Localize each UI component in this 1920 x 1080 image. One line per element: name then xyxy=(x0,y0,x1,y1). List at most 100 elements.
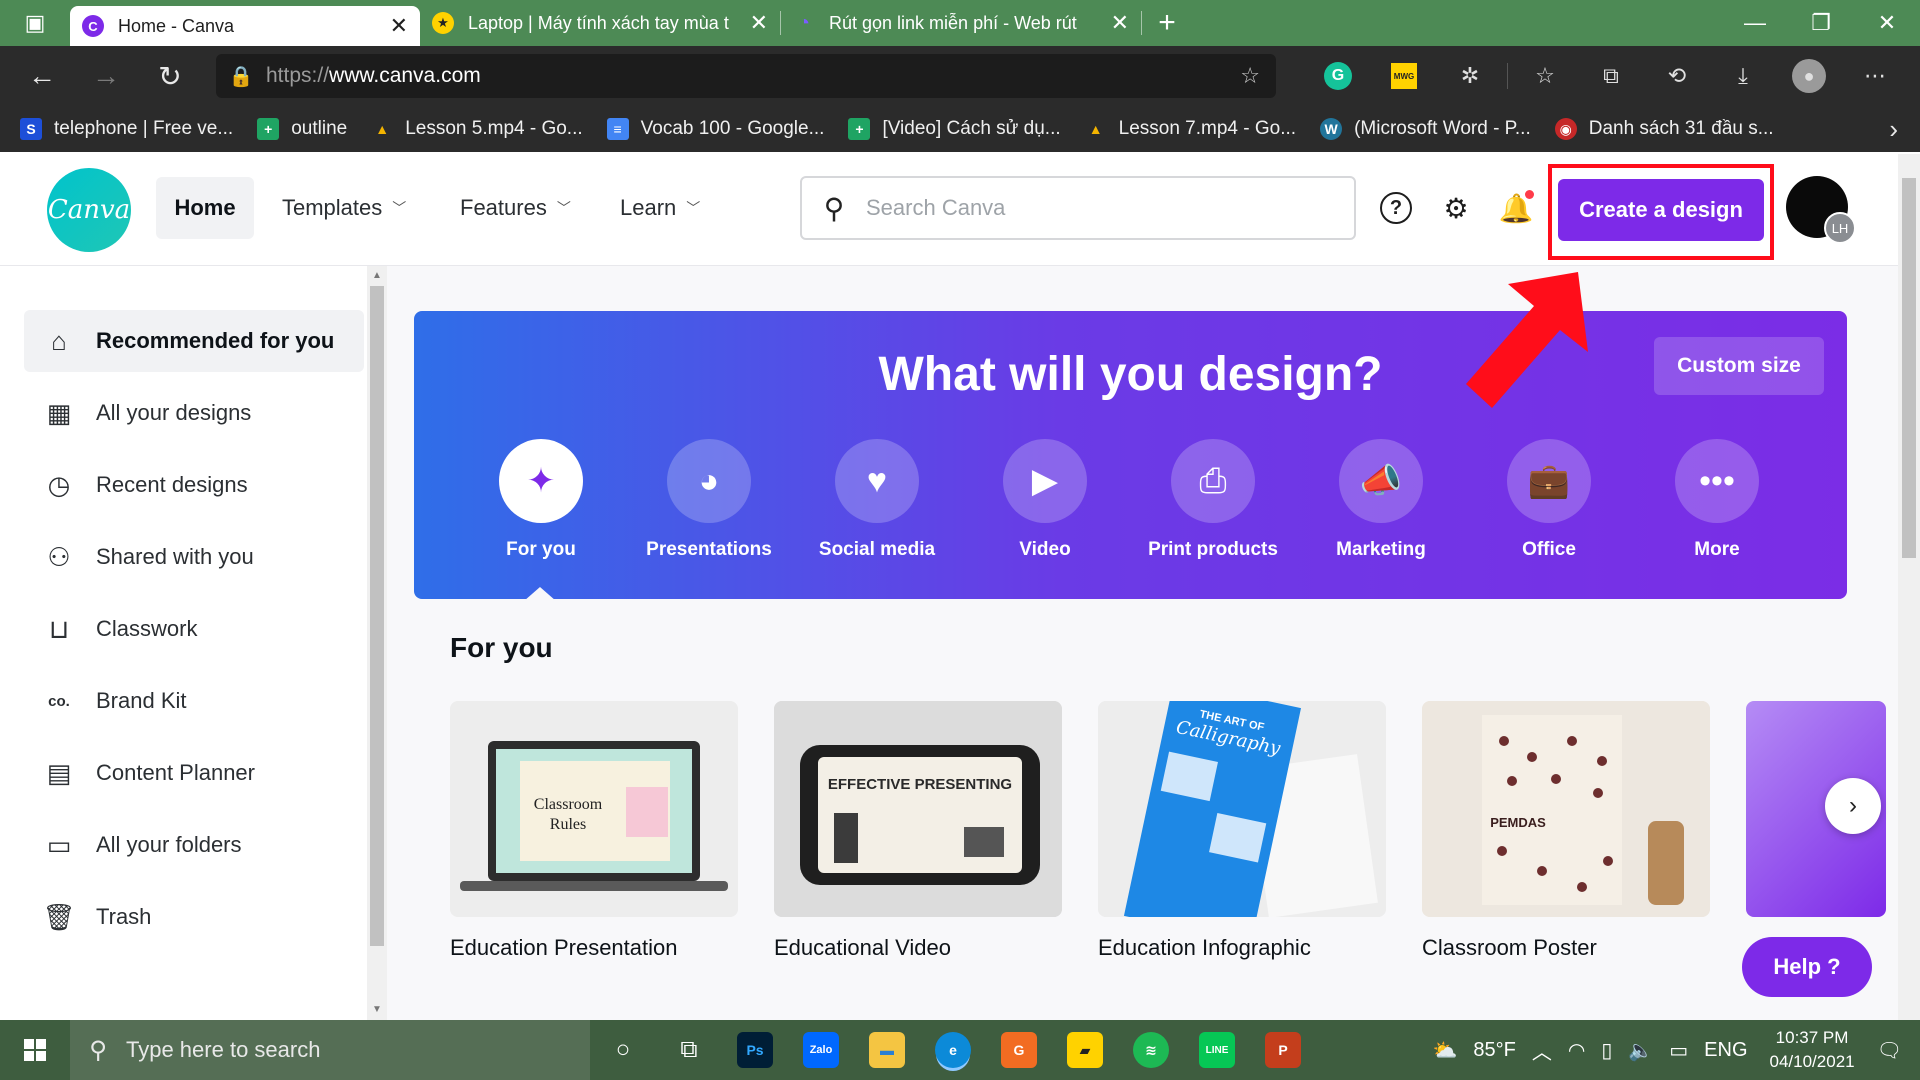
file-explorer-icon[interactable]: ▬ xyxy=(854,1020,920,1080)
template-card-educational-video[interactable]: EFFECTIVE PRESENTING Educational Video xyxy=(774,701,1062,961)
zalo-app[interactable]: Zalo xyxy=(788,1020,854,1080)
sidebar-item-classwork[interactable]: ⊔ Classwork xyxy=(24,598,364,660)
photoshop-app[interactable]: Ps xyxy=(722,1020,788,1080)
nav-features[interactable]: Features ﹀ xyxy=(460,177,571,239)
nav-learn[interactable]: Learn ﹀ xyxy=(620,177,700,239)
new-tab-icon[interactable]: + xyxy=(1142,0,1192,46)
sidebar-item-recommended[interactable]: ⌂ Recommended for you xyxy=(24,310,364,372)
bookmark-item[interactable]: ▲ Lesson 5.mp4 - Go... xyxy=(371,118,582,140)
nav-templates[interactable]: Templates ﹀ xyxy=(282,177,406,239)
lock-icon[interactable]: 🔒 xyxy=(216,64,266,89)
category-marketing[interactable]: 📣 Marketing xyxy=(1297,439,1465,569)
template-card-classroom-poster[interactable]: PEMDAS Classroom Poster xyxy=(1422,701,1710,961)
close-icon[interactable]: ✕ xyxy=(390,13,408,39)
close-icon[interactable]: ✕ xyxy=(1111,10,1129,36)
canva-logo[interactable]: Canva xyxy=(47,168,131,252)
bookmark-item[interactable]: Stelephone | Free ve... xyxy=(20,118,233,140)
sidebar-item-recent[interactable]: ◷ Recent designs xyxy=(24,454,364,516)
category-office[interactable]: 💼 Office xyxy=(1465,439,1633,569)
category-for-you[interactable]: ✦ For you xyxy=(457,439,625,569)
search-box[interactable]: ⚲ xyxy=(800,176,1356,240)
download-icon[interactable]: ⤓ xyxy=(1710,46,1776,106)
sidebar-item-all-designs[interactable]: ▦ All your designs xyxy=(24,382,364,444)
line-app[interactable]: LINE xyxy=(1184,1020,1250,1080)
tab-canva-home[interactable]: C Home - Canva ✕ xyxy=(70,6,420,46)
chevron-right-icon[interactable]: › xyxy=(1889,114,1898,145)
sidebar-item-shared[interactable]: ⚇ Shared with you xyxy=(24,526,364,588)
notification-center-icon[interactable]: 🗨 xyxy=(1877,1038,1902,1063)
history-icon[interactable]: ⟲ xyxy=(1644,46,1710,106)
minimize-icon[interactable]: — xyxy=(1722,0,1788,46)
tab-actions-icon[interactable]: ▣ xyxy=(0,0,70,46)
sidebar-item-folders[interactable]: ▭ All your folders xyxy=(24,814,364,876)
category-social-media[interactable]: ♥ Social media xyxy=(793,439,961,569)
wifi-icon[interactable]: ◠ xyxy=(1568,1038,1585,1063)
category-print-products[interactable]: ⎙ Print products xyxy=(1129,439,1297,569)
sidebar-item-brand-kit[interactable]: co. Brand Kit xyxy=(24,670,364,732)
cortana-icon[interactable]: ○ xyxy=(590,1020,656,1080)
bookmark-item[interactable]: ≡ Vocab 100 - Google... xyxy=(606,118,824,140)
restore-icon[interactable]: ❐ xyxy=(1788,0,1854,46)
close-window-icon[interactable]: ✕ xyxy=(1854,0,1920,46)
clock[interactable]: 10:37 PM 04/10/2021 xyxy=(1770,1026,1855,1074)
battery-icon[interactable]: ▭ xyxy=(1669,1038,1688,1063)
search-input[interactable] xyxy=(866,195,1326,221)
bookmark-item[interactable]: + [Video] Cách sử dụ... xyxy=(848,118,1061,140)
close-icon[interactable]: ✕ xyxy=(750,10,768,36)
category-presentations[interactable]: ◕ Presentations xyxy=(625,439,793,569)
weather-temp[interactable]: 85°F xyxy=(1473,1039,1515,1062)
avatar[interactable]: LH xyxy=(1786,176,1856,244)
spotify-app[interactable]: ≋ xyxy=(1118,1020,1184,1080)
scrollbar-thumb[interactable] xyxy=(370,286,384,946)
profile-icon[interactable]: ● xyxy=(1776,46,1842,106)
scroll-up-icon[interactable]: ▲ xyxy=(372,270,382,281)
sidebar-scrollbar[interactable]: ▲ ▼ xyxy=(367,266,387,1020)
extensions-icon[interactable]: ✲ xyxy=(1437,46,1503,106)
bookmark-item[interactable]: ▲ Lesson 7.mp4 - Go... xyxy=(1085,118,1296,140)
usb-icon[interactable]: ▯ xyxy=(1601,1038,1612,1063)
foxit-app[interactable]: G xyxy=(986,1020,1052,1080)
refresh-icon[interactable]: ↻ xyxy=(138,46,202,106)
help-button[interactable]: Help ? xyxy=(1742,937,1872,997)
scroll-down-icon[interactable]: ▼ xyxy=(372,1004,382,1015)
template-card-education-presentation[interactable]: Classroom Rules Education Presentation xyxy=(450,701,738,961)
create-design-button[interactable]: Create a design xyxy=(1558,179,1764,241)
page-scrollbar[interactable] xyxy=(1898,154,1920,1020)
carousel-next-icon[interactable]: › xyxy=(1825,778,1881,834)
collections-icon[interactable]: ⧉ xyxy=(1578,46,1644,106)
bookmark-item[interactable]: W (Microsoft Word - P... xyxy=(1320,118,1531,140)
taskbar-search[interactable]: ⚲ Type here to search xyxy=(70,1020,590,1080)
volume-icon[interactable]: 🔈 xyxy=(1628,1038,1653,1063)
bell-icon[interactable]: 🔔 xyxy=(1494,186,1538,230)
back-arrow-icon[interactable]: ← xyxy=(10,46,74,106)
forward-arrow-icon[interactable]: → xyxy=(74,46,138,106)
gear-icon[interactable]: ⚙ xyxy=(1434,186,1478,230)
category-video[interactable]: ▶ Video xyxy=(961,439,1129,569)
scrollbar-thumb[interactable] xyxy=(1902,178,1916,558)
sticky-notes-app[interactable]: ▰ xyxy=(1052,1020,1118,1080)
tab-rut-gon-link[interactable]: ◔ Rút gọn link miễn phí - Web rút ✕ xyxy=(781,0,1141,46)
sidebar-item-trash[interactable]: 🗑 Trash xyxy=(24,886,364,948)
powerpoint-app[interactable]: P xyxy=(1250,1020,1316,1080)
category-more[interactable]: ••• More xyxy=(1633,439,1801,569)
favorites-icon[interactable]: ☆ xyxy=(1512,46,1578,106)
mwg-extension-icon[interactable]: MWG xyxy=(1371,46,1437,106)
chevron-up-icon[interactable]: ︿ xyxy=(1532,1036,1552,1065)
bookmark-item[interactable]: + outline xyxy=(257,118,347,140)
nav-home[interactable]: Home xyxy=(156,177,254,239)
more-menu-icon[interactable]: ⋯ xyxy=(1842,46,1908,106)
url-text[interactable]: https://www.canva.com xyxy=(266,64,481,88)
edge-app[interactable]: e xyxy=(920,1020,986,1080)
help-icon[interactable]: ? xyxy=(1374,186,1418,230)
tab-laptop[interactable]: ★ Laptop | Máy tính xách tay mùa t ✕ xyxy=(420,0,780,46)
windows-start-icon[interactable] xyxy=(0,1020,70,1080)
weather-icon[interactable]: ⛅ xyxy=(1433,1038,1458,1063)
custom-size-button[interactable]: Custom size xyxy=(1654,337,1824,395)
address-bar[interactable]: 🔒 https://www.canva.com ☆ xyxy=(216,54,1276,98)
bookmark-item[interactable]: ◉ Danh sách 31 đầu s... xyxy=(1554,118,1774,140)
add-favorite-icon[interactable]: ☆ xyxy=(1240,63,1260,89)
language-indicator[interactable]: ENG xyxy=(1704,1039,1747,1062)
template-card-education-infographic[interactable]: THE ART OF Calligraphy Education Infogra… xyxy=(1098,701,1386,961)
grammarly-icon[interactable]: G xyxy=(1305,46,1371,106)
task-view-icon[interactable]: ⧉ xyxy=(656,1020,722,1080)
